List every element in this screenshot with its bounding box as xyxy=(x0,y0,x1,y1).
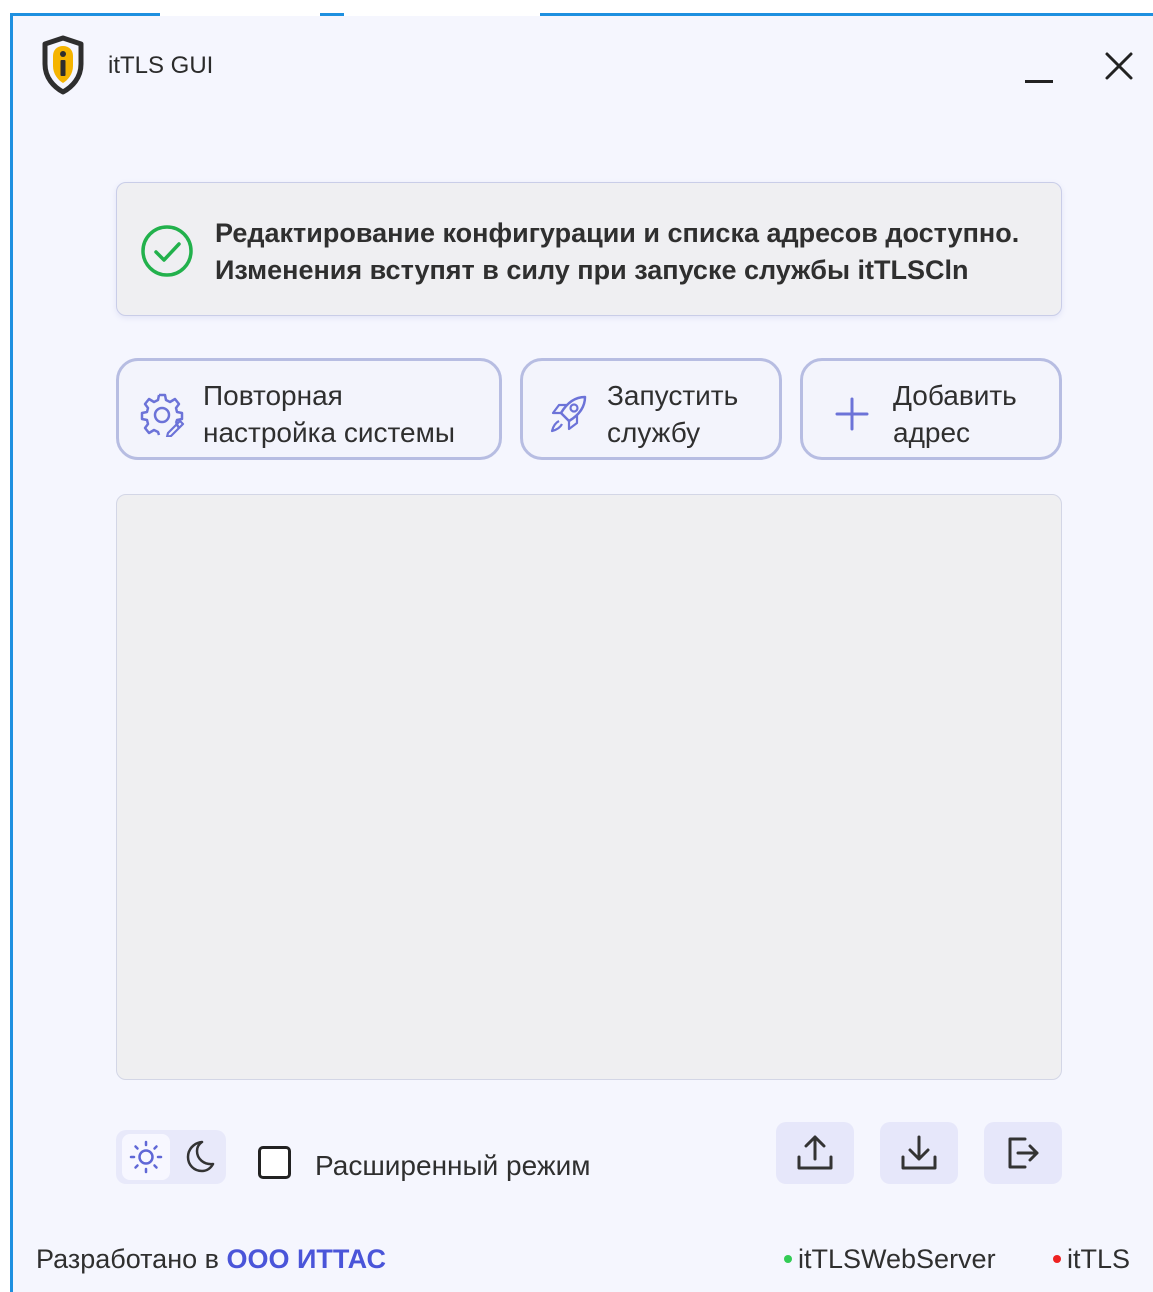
check-circle-icon xyxy=(141,225,193,277)
service-status-ittls: itTLS xyxy=(1053,1244,1130,1275)
desktop-top-strip xyxy=(0,0,1153,16)
notice-message: Редактирование конфигурации и списка адр… xyxy=(215,215,1019,289)
add-address-button[interactable]: Добавить адрес xyxy=(800,358,1062,460)
settings-gear-icon xyxy=(140,393,185,437)
status-dot-red xyxy=(1053,1254,1061,1263)
import-button[interactable] xyxy=(880,1122,958,1184)
start-service-button[interactable]: Запустить службу xyxy=(520,358,782,460)
company-link[interactable]: ООО ИТТАС xyxy=(226,1244,386,1274)
download-icon xyxy=(901,1135,937,1170)
shield-logo-icon xyxy=(42,35,84,95)
minimize-button[interactable] xyxy=(1019,44,1059,84)
address-list[interactable] xyxy=(116,494,1062,1080)
start-service-label: Запустить службу xyxy=(607,380,739,448)
developer-credit: Разработано в ООО ИТТАС xyxy=(36,1244,386,1275)
upload-icon xyxy=(797,1135,833,1170)
advanced-mode-checkbox[interactable] xyxy=(258,1146,291,1179)
developed-by-text: Разработано в xyxy=(36,1244,227,1274)
app-window: itTLS GUI Редактирование конфигурации и … xyxy=(10,16,1153,1292)
dark-theme-button[interactable] xyxy=(174,1134,222,1180)
service-status-webserver: itTLSWebServer xyxy=(784,1244,996,1275)
reconfigure-system-button[interactable]: Повторная настройка системы xyxy=(116,358,502,460)
advanced-mode-label: Расширенный режим xyxy=(315,1150,591,1181)
light-theme-button[interactable] xyxy=(122,1134,170,1180)
close-icon[interactable] xyxy=(1099,46,1139,86)
reconfigure-system-label: Повторная настройка системы xyxy=(203,380,455,448)
service-name: itTLS xyxy=(1067,1244,1131,1274)
title-bar: itTLS GUI xyxy=(13,16,1153,116)
plus-icon xyxy=(835,397,869,431)
notice-line-1: Редактирование конфигурации и списка адр… xyxy=(215,218,1020,248)
add-address-label: Добавить адрес xyxy=(893,380,1017,448)
notice-line-2: Изменения вступят в силу при запуске слу… xyxy=(215,255,969,285)
service-name: itTLSWebServer xyxy=(798,1244,996,1274)
export-button[interactable] xyxy=(776,1122,854,1184)
status-notice: Редактирование конфигурации и списка адр… xyxy=(116,182,1062,316)
theme-toggle xyxy=(116,1130,226,1184)
rocket-icon xyxy=(550,395,587,433)
moon-icon xyxy=(186,1140,215,1173)
sun-icon xyxy=(129,1140,163,1174)
exit-button[interactable] xyxy=(984,1122,1062,1184)
status-dot-green xyxy=(784,1254,792,1263)
footer: Разработано в ООО ИТТАС itTLSWebServer i… xyxy=(13,1240,1153,1280)
app-title: itTLS GUI xyxy=(108,52,214,79)
logout-icon xyxy=(1008,1137,1039,1169)
